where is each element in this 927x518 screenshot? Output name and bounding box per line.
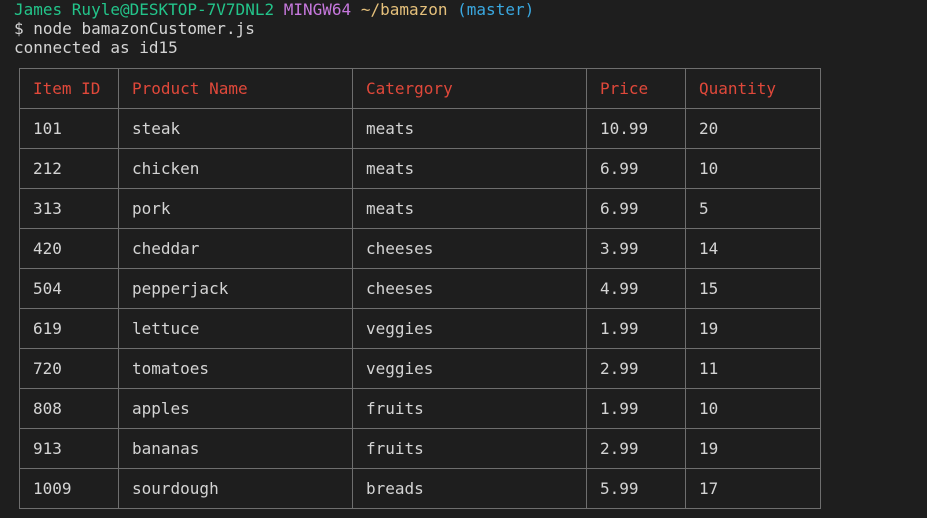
cell-item-id: 420	[19, 228, 119, 269]
cell-item-id: 808	[19, 388, 119, 429]
command-dollar: $	[14, 19, 24, 38]
header-product-name: Product Name	[118, 68, 353, 109]
cell-quantity: 17	[685, 468, 821, 509]
cell-category: meats	[352, 108, 587, 149]
cell-price: 3.99	[586, 228, 686, 269]
cell-price: 5.99	[586, 468, 686, 509]
cell-item-id: 101	[19, 108, 119, 149]
cell-item-id: 212	[19, 148, 119, 189]
cell-product-name: pork	[118, 188, 353, 229]
cell-product-name: chicken	[118, 148, 353, 189]
cell-product-name: sourdough	[118, 468, 353, 509]
table-row: 101 steak meats 10.99 20	[19, 108, 821, 149]
cell-price: 2.99	[586, 428, 686, 469]
cell-item-id: 619	[19, 308, 119, 349]
cell-quantity: 10	[685, 148, 821, 189]
cell-price: 6.99	[586, 188, 686, 229]
table-row: 313 pork meats 6.99 5	[19, 188, 821, 229]
cell-item-id: 313	[19, 188, 119, 229]
cell-category: cheeses	[352, 268, 587, 309]
cell-price: 2.99	[586, 348, 686, 389]
table-row: 1009 sourdough breads 5.99 17	[19, 468, 821, 509]
cell-category: veggies	[352, 308, 587, 349]
cell-quantity: 11	[685, 348, 821, 389]
table-header-row: Item ID Product Name Catergory Price Qua…	[19, 68, 821, 109]
connected-message: connected as id15	[14, 38, 178, 57]
cell-price: 1.99	[586, 308, 686, 349]
cell-item-id: 913	[19, 428, 119, 469]
cell-product-name: steak	[118, 108, 353, 149]
prompt-path: ~/bamazon	[360, 0, 448, 19]
table-row: 720 tomatoes veggies 2.99 11	[19, 348, 821, 389]
cell-product-name: pepperjack	[118, 268, 353, 309]
cell-product-name: apples	[118, 388, 353, 429]
cell-quantity: 19	[685, 428, 821, 469]
cell-price: 10.99	[586, 108, 686, 149]
prompt-system: MINGW64	[283, 0, 352, 19]
cell-item-id: 504	[19, 268, 119, 309]
cell-product-name: tomatoes	[118, 348, 353, 389]
table-row: 808 apples fruits 1.99 10	[19, 388, 821, 429]
command-line: $ node bamazonCustomer.js	[14, 19, 914, 38]
prompt-line: James Ruyle@DESKTOP-7V7DNL2 MINGW64 ~/ba…	[14, 0, 914, 19]
header-item-id: Item ID	[19, 68, 119, 109]
cell-quantity: 5	[685, 188, 821, 229]
cell-product-name: bananas	[118, 428, 353, 469]
cell-quantity: 20	[685, 108, 821, 149]
header-quantity: Quantity	[685, 68, 821, 109]
terminal-window[interactable]: James Ruyle@DESKTOP-7V7DNL2 MINGW64 ~/ba…	[14, 0, 914, 518]
cell-quantity: 14	[685, 228, 821, 269]
cell-category: cheeses	[352, 228, 587, 269]
cell-category: veggies	[352, 348, 587, 389]
header-category: Catergory	[352, 68, 587, 109]
cell-quantity: 15	[685, 268, 821, 309]
table-row: 619 lettuce veggies 1.99 19	[19, 308, 821, 349]
table-row: 420 cheddar cheeses 3.99 14	[19, 228, 821, 269]
cell-product-name: lettuce	[118, 308, 353, 349]
table-row: 212 chicken meats 6.99 10	[19, 148, 821, 189]
cell-item-id: 720	[19, 348, 119, 389]
cell-price: 6.99	[586, 148, 686, 189]
header-price: Price	[586, 68, 686, 109]
cell-price: 1.99	[586, 388, 686, 429]
table-row: 504 pepperjack cheeses 4.99 15	[19, 268, 821, 309]
cell-item-id: 1009	[19, 468, 119, 509]
prompt-branch: (master)	[457, 0, 535, 19]
cell-quantity: 10	[685, 388, 821, 429]
table-row: 913 bananas fruits 2.99 19	[19, 428, 821, 469]
command-text: node bamazonCustomer.js	[33, 19, 255, 38]
cell-product-name: cheddar	[118, 228, 353, 269]
cell-category: fruits	[352, 388, 587, 429]
cell-category: meats	[352, 188, 587, 229]
cell-quantity: 19	[685, 308, 821, 349]
cell-category: fruits	[352, 428, 587, 469]
prompt-user-host: James Ruyle@DESKTOP-7V7DNL2	[14, 0, 275, 19]
cell-category: meats	[352, 148, 587, 189]
cell-price: 4.99	[586, 268, 686, 309]
products-table: Item ID Product Name Catergory Price Qua…	[19, 68, 821, 509]
cell-category: breads	[352, 468, 587, 509]
